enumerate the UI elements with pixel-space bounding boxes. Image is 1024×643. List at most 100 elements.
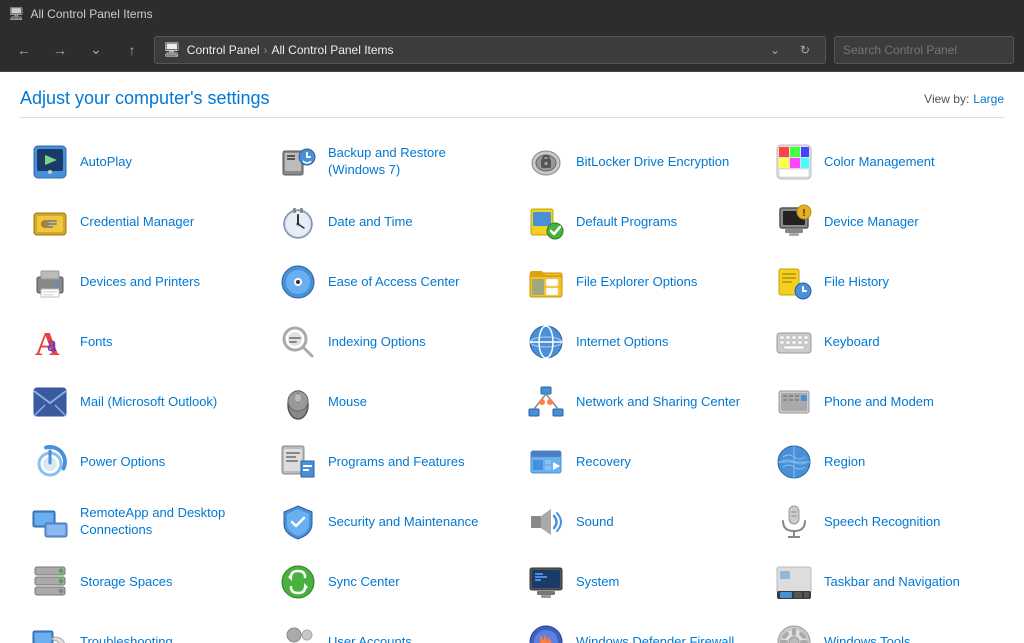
- security-maintenance-icon: [278, 502, 318, 542]
- network-sharing-label[interactable]: Network and Sharing Center: [576, 394, 740, 411]
- item-internet-options[interactable]: Internet Options: [516, 314, 756, 370]
- item-ease-of-access[interactable]: Ease of Access Center: [268, 254, 508, 310]
- programs-features-label[interactable]: Programs and Features: [328, 454, 465, 471]
- mail-label[interactable]: Mail (Microsoft Outlook): [80, 394, 217, 411]
- windows-tools-label[interactable]: Windows Tools: [824, 634, 910, 643]
- item-sound[interactable]: Sound: [516, 494, 756, 550]
- system-label[interactable]: System: [576, 574, 619, 591]
- internet-options-icon: [526, 322, 566, 362]
- bitlocker-label[interactable]: BitLocker Drive Encryption: [576, 154, 729, 171]
- item-windows-tools[interactable]: Windows Tools: [764, 614, 1004, 643]
- sync-center-icon: [278, 562, 318, 602]
- refresh-button[interactable]: ↻: [793, 38, 817, 62]
- item-user-accounts[interactable]: User Accounts: [268, 614, 508, 643]
- item-autoplay[interactable]: AutoPlay: [20, 134, 260, 190]
- item-date-time[interactable]: Date and Time: [268, 194, 508, 250]
- devices-printers-label[interactable]: Devices and Printers: [80, 274, 200, 291]
- sound-label[interactable]: Sound: [576, 514, 614, 531]
- indexing-label[interactable]: Indexing Options: [328, 334, 426, 351]
- device-manager-label[interactable]: Device Manager: [824, 214, 919, 231]
- item-fonts[interactable]: A a Fonts: [20, 314, 260, 370]
- date-time-label[interactable]: Date and Time: [328, 214, 413, 231]
- storage-spaces-label[interactable]: Storage Spaces: [80, 574, 173, 591]
- item-backup-restore[interactable]: Backup and Restore (Windows 7): [268, 134, 508, 190]
- item-indexing[interactable]: Indexing Options: [268, 314, 508, 370]
- item-system[interactable]: System: [516, 554, 756, 610]
- windows-tools-icon: [774, 622, 814, 643]
- backup-restore-label[interactable]: Backup and Restore (Windows 7): [328, 145, 498, 179]
- recovery-label[interactable]: Recovery: [576, 454, 631, 471]
- window-icon: 🖥: [8, 6, 25, 22]
- item-windows-defender[interactable]: Windows Defender Firewall: [516, 614, 756, 643]
- item-taskbar[interactable]: Taskbar and Navigation: [764, 554, 1004, 610]
- windows-defender-icon: [526, 622, 566, 643]
- file-explorer-icon: [526, 262, 566, 302]
- recent-locations-button[interactable]: ⌄: [82, 36, 110, 64]
- item-sync-center[interactable]: Sync Center: [268, 554, 508, 610]
- user-accounts-label[interactable]: User Accounts: [328, 634, 412, 643]
- phone-modem-label[interactable]: Phone and Modem: [824, 394, 934, 411]
- item-network-sharing[interactable]: Network and Sharing Center: [516, 374, 756, 430]
- mouse-label[interactable]: Mouse: [328, 394, 367, 411]
- item-remoteapp[interactable]: RemoteApp and Desktop Connections: [20, 494, 260, 550]
- item-default-programs[interactable]: Default Programs: [516, 194, 756, 250]
- internet-options-label[interactable]: Internet Options: [576, 334, 669, 351]
- item-mail[interactable]: Mail (Microsoft Outlook): [20, 374, 260, 430]
- credential-manager-icon: [30, 202, 70, 242]
- recovery-icon: [526, 442, 566, 482]
- item-device-manager[interactable]: ! Device Manager: [764, 194, 1004, 250]
- item-phone-modem[interactable]: Phone and Modem: [764, 374, 1004, 430]
- troubleshooting-label[interactable]: Troubleshooting: [80, 634, 173, 643]
- item-speech-recognition[interactable]: Speech Recognition: [764, 494, 1004, 550]
- sync-center-label[interactable]: Sync Center: [328, 574, 400, 591]
- security-maintenance-label[interactable]: Security and Maintenance: [328, 514, 478, 531]
- file-history-label[interactable]: File History: [824, 274, 889, 291]
- item-credential-manager[interactable]: Credential Manager: [20, 194, 260, 250]
- item-devices-printers[interactable]: Devices and Printers: [20, 254, 260, 310]
- item-troubleshooting[interactable]: Troubleshooting: [20, 614, 260, 643]
- power-options-label[interactable]: Power Options: [80, 454, 165, 471]
- programs-features-icon: [278, 442, 318, 482]
- item-file-history[interactable]: File History: [764, 254, 1004, 310]
- keyboard-label[interactable]: Keyboard: [824, 334, 880, 351]
- autoplay-label[interactable]: AutoPlay: [80, 154, 132, 171]
- taskbar-label[interactable]: Taskbar and Navigation: [824, 574, 960, 591]
- storage-spaces-icon: [30, 562, 70, 602]
- ease-of-access-icon: [278, 262, 318, 302]
- address-path: Control Panel › All Control Panel Items: [187, 43, 757, 57]
- file-explorer-label[interactable]: File Explorer Options: [576, 274, 697, 291]
- ease-of-access-label[interactable]: Ease of Access Center: [328, 274, 460, 291]
- power-options-icon: [30, 442, 70, 482]
- search-input[interactable]: [834, 36, 1014, 64]
- view-by-value[interactable]: Large: [973, 92, 1004, 106]
- speech-recognition-label[interactable]: Speech Recognition: [824, 514, 940, 531]
- region-label[interactable]: Region: [824, 454, 865, 471]
- dropdown-button[interactable]: ⌄: [763, 38, 787, 62]
- item-security-maintenance[interactable]: Security and Maintenance: [268, 494, 508, 550]
- phone-modem-icon: [774, 382, 814, 422]
- default-programs-label[interactable]: Default Programs: [576, 214, 677, 231]
- item-storage-spaces[interactable]: Storage Spaces: [20, 554, 260, 610]
- windows-defender-label[interactable]: Windows Defender Firewall: [576, 634, 734, 643]
- keyboard-icon: [774, 322, 814, 362]
- remoteapp-label[interactable]: RemoteApp and Desktop Connections: [80, 505, 250, 539]
- item-bitlocker[interactable]: BitLocker Drive Encryption: [516, 134, 756, 190]
- forward-button[interactable]: →: [46, 36, 74, 64]
- fonts-label[interactable]: Fonts: [80, 334, 113, 351]
- item-recovery[interactable]: Recovery: [516, 434, 756, 490]
- up-button[interactable]: ↑: [118, 36, 146, 64]
- item-power-options[interactable]: Power Options: [20, 434, 260, 490]
- item-mouse[interactable]: Mouse: [268, 374, 508, 430]
- credential-manager-label[interactable]: Credential Manager: [80, 214, 194, 231]
- item-file-explorer[interactable]: File Explorer Options: [516, 254, 756, 310]
- address-field[interactable]: 🖥 Control Panel › All Control Panel Item…: [154, 36, 826, 64]
- item-region[interactable]: Region: [764, 434, 1004, 490]
- item-color-management[interactable]: Color Management: [764, 134, 1004, 190]
- address-bar: ← → ⌄ ↑ 🖥 Control Panel › All Control Pa…: [0, 28, 1024, 72]
- item-programs-features[interactable]: Programs and Features: [268, 434, 508, 490]
- title-bar: 🖥 All Control Panel Items: [0, 0, 1024, 28]
- items-grid: AutoPlay Backup and Restore (Windows 7) …: [20, 134, 1004, 643]
- back-button[interactable]: ←: [10, 36, 38, 64]
- color-management-label[interactable]: Color Management: [824, 154, 935, 171]
- item-keyboard[interactable]: Keyboard: [764, 314, 1004, 370]
